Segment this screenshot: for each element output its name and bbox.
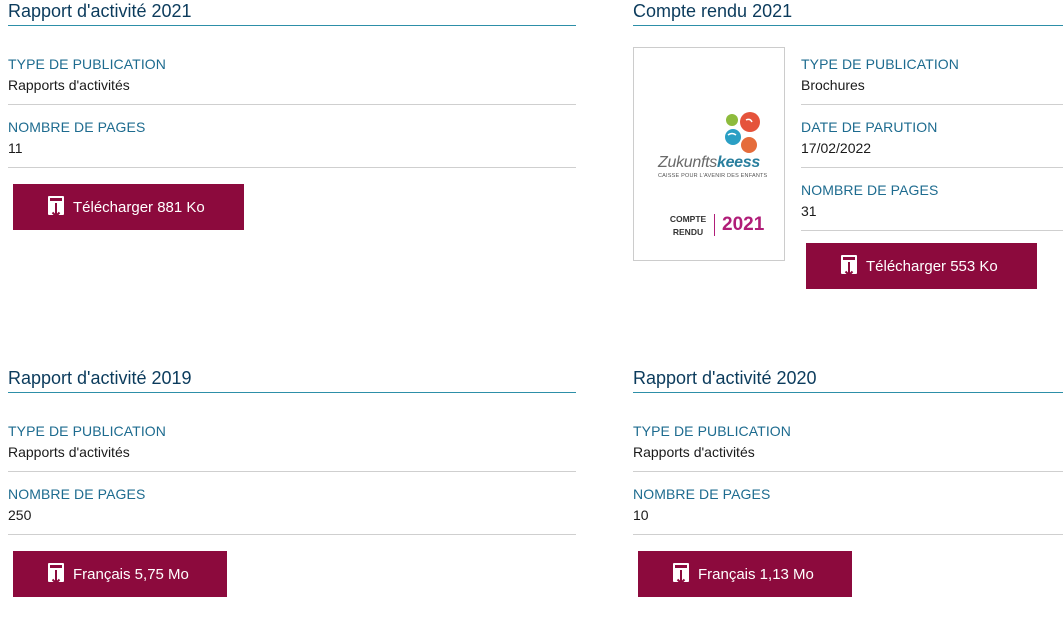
download-button[interactable]: Français 5,75 Mo — [13, 551, 227, 597]
logo-wordmark: Zukunftskeess — [658, 154, 760, 171]
thumbnail-year: 2021 — [722, 214, 765, 235]
field-label: TYPE DE PUBLICATION — [8, 56, 167, 72]
field-label: TYPE DE PUBLICATION — [633, 423, 792, 439]
field-value: 17/02/2022 — [801, 140, 872, 156]
field-label: TYPE DE PUBLICATION — [8, 423, 167, 439]
download-document-icon — [673, 563, 689, 585]
zukunftskeess-logo-icon — [725, 112, 760, 153]
field-date-parution: DATE DE PARUTION 17/02/2022 — [801, 105, 1063, 168]
field-type-publication: TYPE DE PUBLICATION Rapports d'activités — [8, 48, 576, 105]
field-value: 31 — [801, 203, 817, 219]
download-button-label: Télécharger 881 Ko — [73, 198, 205, 216]
field-label: NOMBRE DE PAGES — [8, 486, 146, 502]
download-button[interactable]: Télécharger 881 Ko — [13, 184, 244, 230]
field-value: Brochures — [801, 77, 865, 93]
field-nombre-pages: NOMBRE DE PAGES 11 — [8, 105, 576, 168]
field-type-publication: TYPE DE PUBLICATION Brochures — [801, 48, 1063, 105]
download-button-label: Français 1,13 Mo — [698, 565, 814, 583]
download-button-label: Télécharger 553 Ko — [866, 257, 998, 275]
field-type-publication: TYPE DE PUBLICATION Rapports d'activités — [8, 415, 576, 472]
thumbnail-label: COMPTE RENDU — [669, 214, 707, 237]
download-button[interactable]: Français 1,13 Mo — [638, 551, 852, 597]
field-value: 11 — [8, 140, 23, 156]
field-value: Rapports d'activités — [8, 77, 130, 93]
download-button[interactable]: Télécharger 553 Ko — [806, 243, 1037, 289]
field-label: NOMBRE DE PAGES — [801, 182, 939, 198]
download-document-icon — [48, 196, 64, 218]
logo-tagline: CAISSE POUR L'AVENIR DES ENFANTS — [658, 173, 768, 179]
download-document-icon — [841, 255, 857, 277]
field-label: DATE DE PARUTION — [801, 119, 938, 135]
publication-card-compte-rendu-2021: Compte rendu 2021 — [633, 0, 1063, 26]
publication-thumbnail[interactable]: Zukunftskeess CAISSE POUR L'AVENIR DES E… — [633, 47, 785, 261]
field-value: 10 — [633, 507, 649, 523]
field-nombre-pages: NOMBRE DE PAGES 31 — [801, 168, 1063, 231]
publication-card-rapport-2021: Rapport d'activité 2021 TYPE DE PUBLICAT… — [8, 0, 576, 168]
field-value: 250 — [8, 507, 32, 523]
field-type-publication: TYPE DE PUBLICATION Rapports d'activités — [633, 415, 1063, 472]
field-label: NOMBRE DE PAGES — [633, 486, 771, 502]
download-button-label: Français 5,75 Mo — [73, 565, 189, 583]
publication-card-rapport-2019: Rapport d'activité 2019 TYPE DE PUBLICAT… — [8, 367, 576, 535]
field-label: NOMBRE DE PAGES — [8, 119, 146, 135]
card-title: Rapport d'activité 2020 — [633, 367, 1063, 393]
thumbnail-separator — [714, 214, 715, 236]
field-nombre-pages: NOMBRE DE PAGES 250 — [8, 472, 576, 535]
field-value: Rapports d'activités — [633, 444, 755, 460]
publication-card-rapport-2020: Rapport d'activité 2020 TYPE DE PUBLICAT… — [633, 367, 1063, 535]
publication-details: TYPE DE PUBLICATION Brochures DATE DE PA… — [801, 48, 1063, 231]
card-title: Rapport d'activité 2021 — [8, 0, 576, 26]
card-title: Rapport d'activité 2019 — [8, 367, 576, 393]
card-title: Compte rendu 2021 — [633, 0, 1063, 26]
field-label: TYPE DE PUBLICATION — [801, 56, 960, 72]
download-document-icon — [48, 563, 64, 585]
field-nombre-pages: NOMBRE DE PAGES 10 — [633, 472, 1063, 535]
field-value: Rapports d'activités — [8, 444, 130, 460]
